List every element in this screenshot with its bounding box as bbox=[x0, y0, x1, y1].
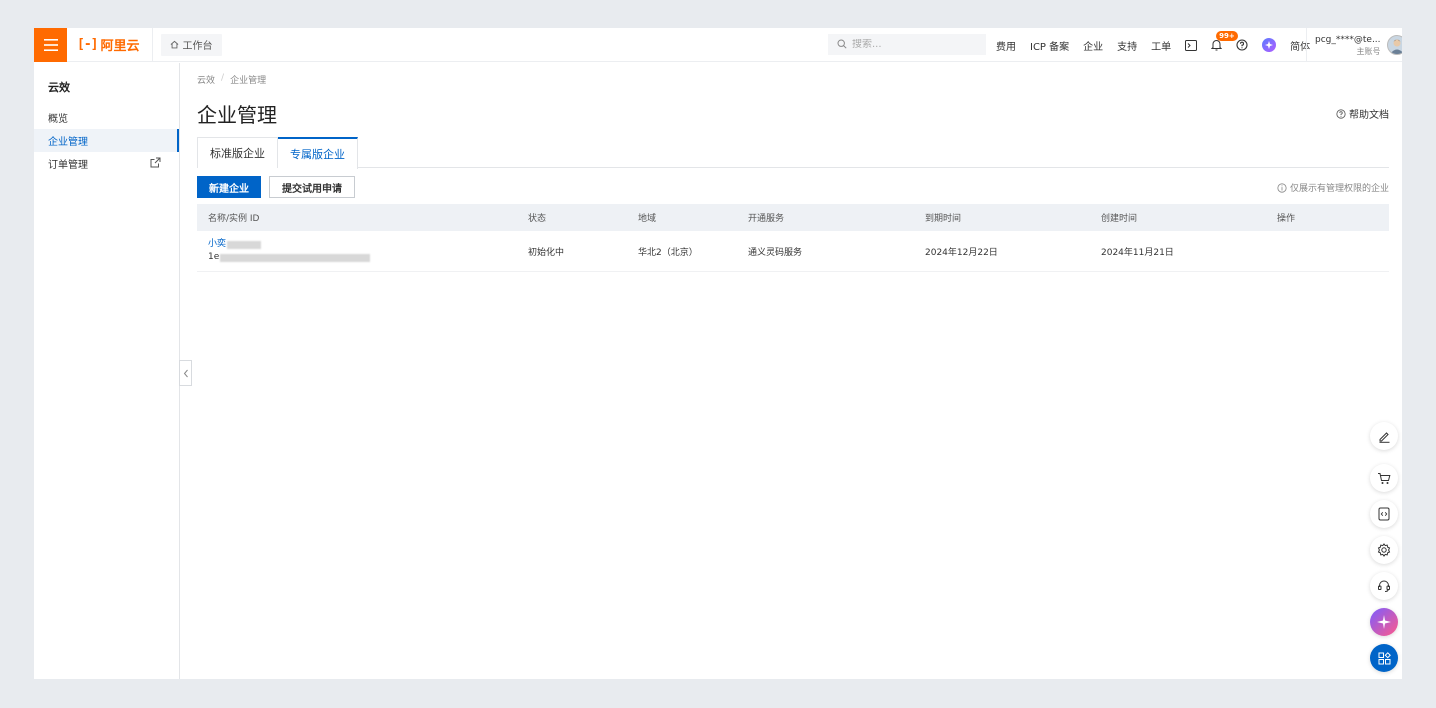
sidebar-title: 云效 bbox=[48, 81, 70, 94]
chevron-left-icon bbox=[183, 369, 188, 377]
help-docs-link[interactable]: 帮助文档 bbox=[1336, 106, 1389, 121]
enterprise-table: 名称/实例 ID 状态 地域 开通服务 到期时间 创建时间 操作 小奕 1e 初… bbox=[197, 204, 1389, 272]
breadcrumb-separator: / bbox=[221, 73, 225, 83]
instance-id: 1e bbox=[208, 251, 528, 264]
search-box[interactable] bbox=[828, 34, 986, 55]
workbench-button[interactable]: 工作台 bbox=[160, 33, 222, 56]
logo-mark: [-] bbox=[77, 37, 99, 52]
help-icon bbox=[1336, 108, 1346, 119]
enterprise-name: 小奕 bbox=[208, 239, 227, 249]
cell-service: 通义灵码服务 bbox=[748, 247, 803, 258]
edit-icon[interactable] bbox=[1370, 422, 1398, 450]
search-input[interactable] bbox=[852, 39, 972, 50]
top-links: 费用 ICP 备案 企业 支持 工单 99+ 简体 bbox=[996, 28, 1324, 62]
sidebar-item-order-management[interactable]: 订单管理 bbox=[34, 152, 179, 175]
column-header-status: 状态 bbox=[528, 214, 547, 224]
help-circle-icon[interactable] bbox=[1236, 39, 1248, 51]
main-content: 云效 / 企业管理 企业管理 帮助文档 标准版企业 专属版企业 新建企业 提交试… bbox=[197, 63, 1389, 679]
create-enterprise-button[interactable]: 新建企业 bbox=[197, 176, 261, 198]
logo-text: 阿里云 bbox=[100, 39, 140, 54]
instance-id-text: 1e bbox=[208, 252, 220, 262]
tab-dedicated-enterprise[interactable]: 专属版企业 bbox=[278, 137, 358, 169]
user-menu[interactable]: pcg_****@te... 主账号 bbox=[1306, 28, 1402, 62]
table-row: 小奕 1e 初始化中 华北2（北京） 通义灵码服务 2024年12月22日 20… bbox=[197, 231, 1389, 272]
tab-bar: 标准版企业 专属版企业 bbox=[197, 137, 1389, 169]
sidebar-item-label: 企业管理 bbox=[48, 137, 88, 148]
permission-note-text: 仅展示有管理权限的企业 bbox=[1289, 184, 1389, 194]
redacted-name bbox=[227, 240, 262, 249]
menu-icon[interactable] bbox=[34, 28, 67, 62]
apps-icon[interactable] bbox=[1370, 644, 1398, 672]
cell-name: 小奕 1e bbox=[197, 238, 528, 264]
column-header-created: 创建时间 bbox=[1101, 214, 1138, 224]
aliyun-logo[interactable]: [-] 阿里云 bbox=[67, 28, 153, 62]
sidebar-item-enterprise-management[interactable]: 企业管理 bbox=[34, 129, 179, 152]
code-icon[interactable] bbox=[1370, 500, 1398, 528]
cell-created: 2024年11月21日 bbox=[1101, 247, 1174, 258]
workbench-label: 工作台 bbox=[182, 41, 213, 52]
app-window: [-] 阿里云 工作台 费用 ICP 备案 企业 支持 工单 bbox=[34, 28, 1402, 679]
settings-icon[interactable] bbox=[1370, 536, 1398, 564]
column-header-service: 开通服务 bbox=[748, 214, 785, 224]
top-link-enterprise[interactable]: 企业 bbox=[1083, 38, 1103, 53]
sidebar-item-label: 订单管理 bbox=[48, 160, 88, 171]
breadcrumb-item-current: 企业管理 bbox=[230, 76, 267, 86]
home-icon bbox=[170, 40, 179, 49]
cell-expire: 2024年12月22日 bbox=[925, 247, 998, 258]
column-header-expire: 到期时间 bbox=[925, 214, 962, 224]
cell-region: 华北2（北京） bbox=[638, 247, 698, 258]
ai-assistant-icon[interactable] bbox=[1370, 608, 1398, 636]
breadcrumb-item-yunxiao[interactable]: 云效 bbox=[197, 73, 215, 86]
ai-star-icon[interactable] bbox=[1262, 38, 1277, 52]
action-bar: 新建企业 提交试用申请 bbox=[197, 176, 363, 198]
tab-standard-enterprise[interactable]: 标准版企业 bbox=[197, 137, 278, 168]
page-title: 企业管理 bbox=[197, 103, 277, 127]
help-docs-label: 帮助文档 bbox=[1349, 110, 1389, 121]
redacted-id bbox=[220, 253, 371, 262]
column-header-region: 地域 bbox=[638, 214, 657, 224]
floating-toolbar bbox=[1370, 422, 1400, 679]
avatar[interactable] bbox=[1386, 35, 1402, 55]
info-icon bbox=[1277, 182, 1287, 193]
external-link-icon bbox=[150, 157, 161, 171]
submit-trial-button[interactable]: 提交试用申请 bbox=[269, 176, 355, 198]
top-link-icp[interactable]: ICP 备案 bbox=[1030, 38, 1069, 53]
user-role: 主账号 bbox=[1356, 46, 1381, 56]
search-icon bbox=[837, 38, 847, 52]
user-name: pcg_****@te... bbox=[1315, 34, 1381, 45]
notification-bell-icon[interactable]: 99+ bbox=[1211, 31, 1238, 51]
terminal-icon[interactable] bbox=[1185, 39, 1198, 51]
breadcrumb: 云效 / 企业管理 bbox=[197, 73, 266, 86]
headset-icon[interactable] bbox=[1370, 572, 1398, 600]
sidebar: 云效 概览 企业管理 订单管理 bbox=[34, 63, 180, 679]
sidebar-collapse-handle[interactable] bbox=[179, 360, 192, 386]
cell-status: 初始化中 bbox=[528, 247, 565, 258]
top-link-support[interactable]: 支持 bbox=[1117, 38, 1137, 53]
cart-icon[interactable] bbox=[1370, 464, 1398, 492]
top-navbar: [-] 阿里云 工作台 费用 ICP 备案 企业 支持 工单 bbox=[34, 28, 1402, 62]
column-header-actions: 操作 bbox=[1277, 214, 1296, 224]
permission-note: 仅展示有管理权限的企业 bbox=[1277, 181, 1389, 194]
column-header-name: 名称/实例 ID bbox=[208, 214, 260, 224]
top-link-billing[interactable]: 费用 bbox=[996, 38, 1016, 53]
sidebar-item-overview[interactable]: 概览 bbox=[34, 106, 179, 129]
enterprise-name-link[interactable]: 小奕 bbox=[208, 238, 528, 251]
sidebar-item-label: 概览 bbox=[48, 114, 68, 125]
table-header: 名称/实例 ID 状态 地域 开通服务 到期时间 创建时间 操作 bbox=[197, 204, 1389, 231]
top-link-ticket[interactable]: 工单 bbox=[1151, 38, 1171, 53]
notification-badge: 99+ bbox=[1216, 31, 1238, 41]
